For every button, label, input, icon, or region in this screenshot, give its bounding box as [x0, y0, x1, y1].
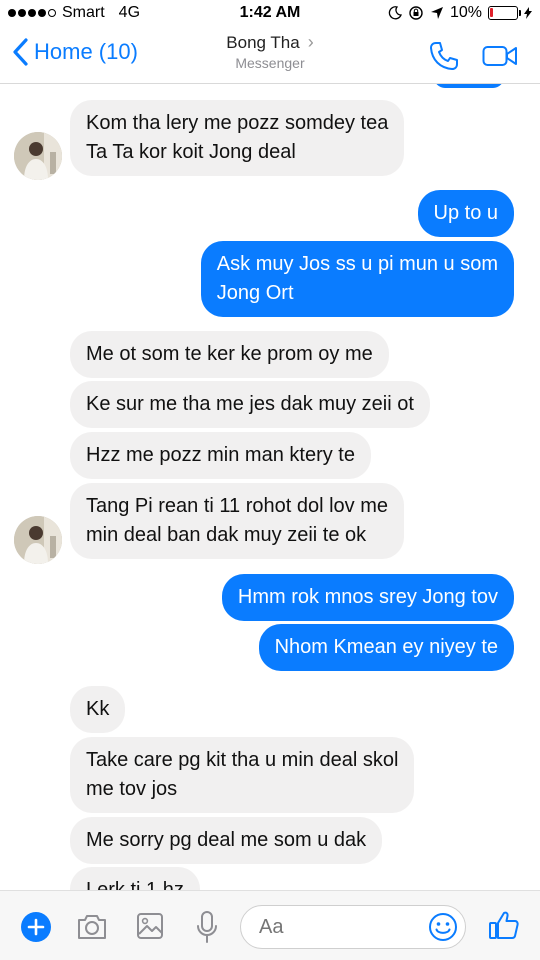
chevron-right-icon: › [307, 32, 314, 52]
charging-bolt-icon [524, 7, 532, 19]
battery-icon [488, 6, 521, 20]
message-bubble[interactable]: Me ot som te ker ke prom oy me [70, 331, 389, 378]
partial-outgoing-bubble [434, 84, 504, 88]
message-bubble[interactable]: Lerk ti 1 hz [70, 867, 200, 890]
message-bubble[interactable]: Ke sur me tha me jes dak muy zeii ot [70, 381, 430, 428]
status-bar: Smart 4G 1:42 AM 10% [0, 0, 540, 28]
rotation-lock-icon [409, 6, 423, 20]
message-bubble[interactable]: Take care pg kit tha u min deal skol me … [70, 737, 415, 813]
thumbs-up-icon[interactable] [488, 909, 520, 941]
message-bubble[interactable]: Nhom Kmean ey niyey te [258, 624, 514, 671]
moon-icon [388, 6, 402, 20]
contact-name: Bong Tha [226, 32, 300, 52]
message-input[interactable] [259, 916, 419, 939]
battery-percent: 10% [449, 4, 482, 21]
phone-call-icon[interactable] [428, 40, 460, 72]
message-bubble[interactable]: Kom tha lery me pozz somdey tea Ta Ta ko… [70, 100, 405, 176]
contact-avatar[interactable] [14, 132, 62, 180]
message-bubble[interactable]: Kk [70, 686, 126, 733]
messenger-screen: Smart 4G 1:42 AM 10% Home (10) Bong Tha … [0, 0, 540, 960]
message-list[interactable]: Kom tha lery me pozz somdey tea Ta Ta ko… [0, 84, 540, 890]
message-bubble[interactable]: Ask muy Jos ss u pi mun u som Jong Ort [200, 241, 514, 317]
location-arrow-icon [430, 7, 443, 19]
microphone-icon[interactable] [196, 910, 218, 944]
message-bubble[interactable]: Hzz me pozz min man ktery te [70, 432, 371, 479]
message-bubble[interactable]: Up to u [417, 190, 514, 237]
contact-avatar[interactable] [14, 516, 62, 564]
photo-gallery-icon[interactable] [136, 912, 164, 940]
camera-icon[interactable] [76, 913, 108, 941]
video-call-icon[interactable] [482, 44, 518, 68]
status-right: 10% [388, 4, 532, 22]
message-bubble[interactable]: Tang Pi rean ti 11 rohot dol lov me min … [70, 483, 405, 559]
message-bubble[interactable]: Hmm rok mnos srey Jong tov [221, 574, 514, 621]
message-bubble[interactable]: Me sorry pg deal me som u dak [70, 817, 383, 864]
plus-icon[interactable] [20, 911, 52, 943]
message-composer [0, 890, 540, 960]
conversation-header: Home (10) Bong Tha › Messenger [0, 28, 540, 84]
emoji-icon[interactable] [427, 911, 459, 943]
message-input-box[interactable] [240, 905, 466, 949]
